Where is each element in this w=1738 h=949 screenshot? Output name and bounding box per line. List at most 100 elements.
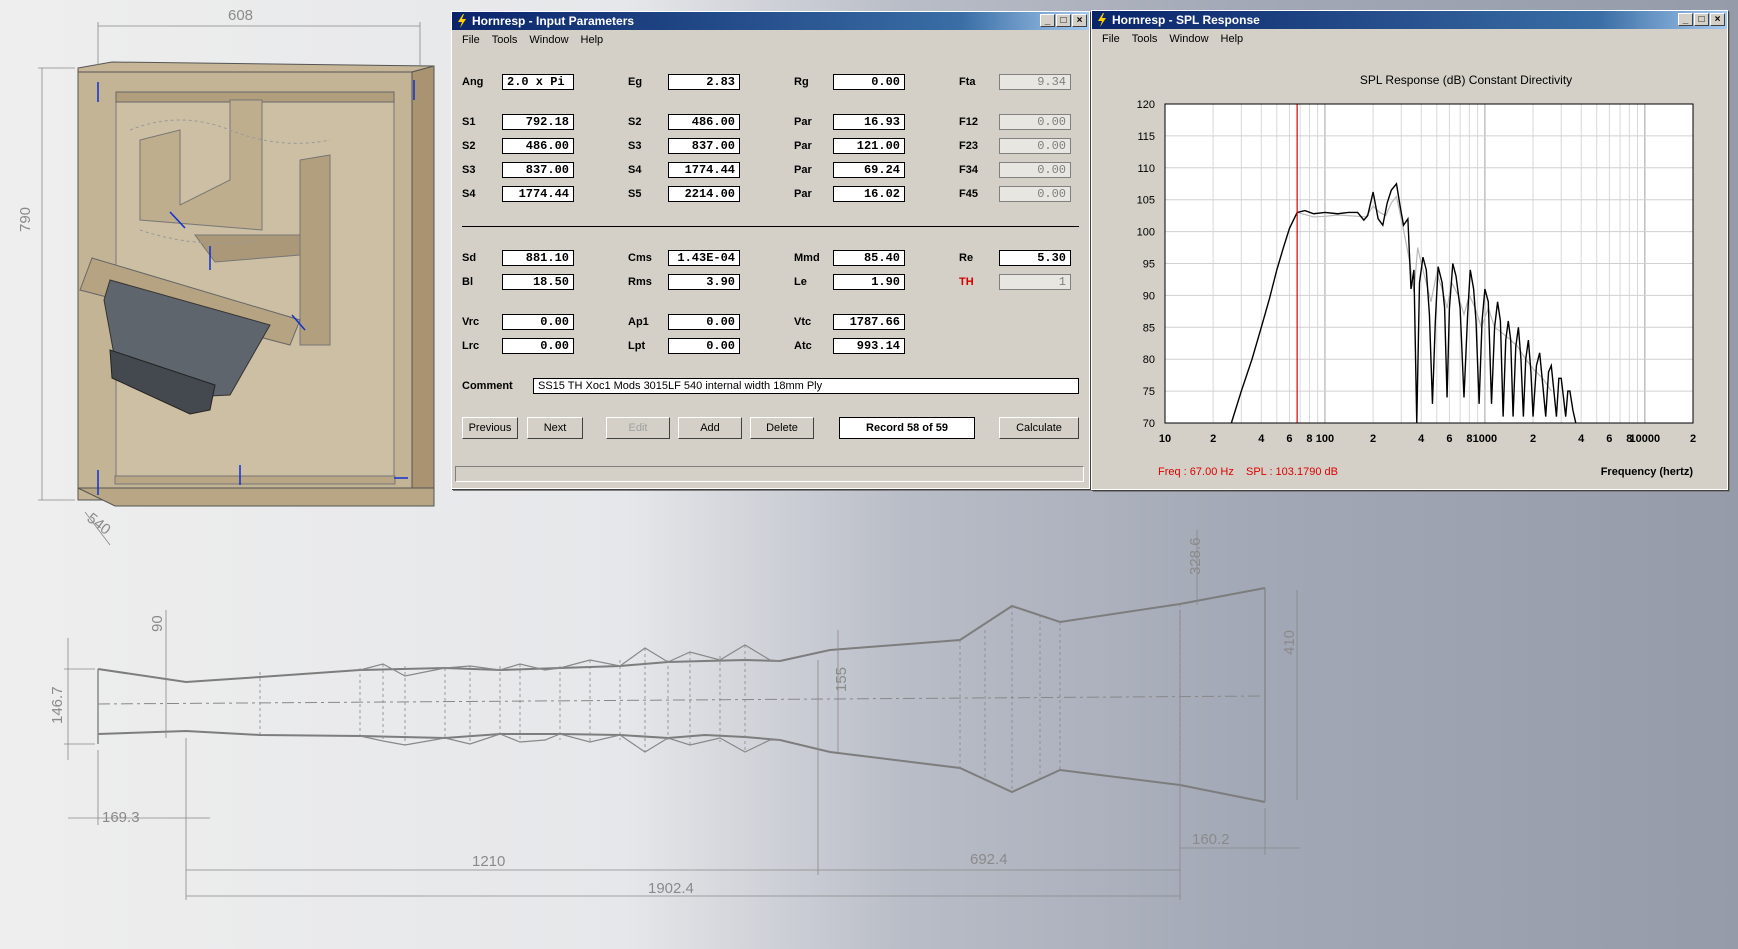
x-tick-label: 2 bbox=[1370, 433, 1376, 445]
field-atc[interactable]: 993.14 bbox=[833, 338, 905, 354]
field-s3[interactable]: 837.00 bbox=[502, 162, 574, 178]
field-lpt[interactable]: 0.00 bbox=[668, 338, 740, 354]
label-rg: Rg bbox=[794, 76, 809, 88]
label-lpt: Lpt bbox=[628, 340, 646, 352]
edit-button[interactable]: Edit bbox=[606, 417, 670, 439]
x-tick-label: 6 bbox=[1286, 433, 1292, 445]
spl-window-titlebar[interactable]: Hornresp - SPL Response _ □ × bbox=[1092, 11, 1727, 29]
dim-328-6: 328.6 bbox=[1187, 537, 1204, 575]
menu-tools[interactable]: Tools bbox=[486, 30, 524, 50]
minimize-icon[interactable]: _ bbox=[1040, 14, 1055, 27]
field-s1[interactable]: 792.18 bbox=[502, 114, 574, 130]
field-ap1[interactable]: 0.00 bbox=[668, 314, 740, 330]
maximize-icon[interactable]: □ bbox=[1694, 13, 1709, 26]
freq-readout: Freq : 67.00 Hz bbox=[1158, 466, 1234, 478]
y-tick-label: 80 bbox=[1143, 354, 1155, 366]
field-f12: 0.00 bbox=[999, 114, 1071, 130]
minimize-icon[interactable]: _ bbox=[1678, 13, 1693, 26]
x-tick-label: 6 bbox=[1446, 433, 1452, 445]
y-tick-label: 115 bbox=[1137, 131, 1155, 143]
field-cms[interactable]: 1.43E-04 bbox=[668, 250, 740, 266]
x-axis-label: Frequency (hertz) bbox=[1601, 466, 1694, 478]
add-button[interactable]: Add bbox=[678, 417, 742, 439]
chart-title: SPL Response (dB) Constant Directivity bbox=[1360, 73, 1572, 87]
status-bar bbox=[455, 466, 1084, 482]
x-tick-label: 6 bbox=[1606, 433, 1612, 445]
delete-button[interactable]: Delete bbox=[750, 417, 814, 439]
dim-155: 155 bbox=[833, 667, 850, 692]
field-lrc[interactable]: 0.00 bbox=[502, 338, 574, 354]
close-icon[interactable]: × bbox=[1072, 14, 1087, 27]
dim-692-4: 692.4 bbox=[970, 851, 1008, 868]
label-s3: S3 bbox=[462, 164, 476, 176]
input-window-menubar: File Tools Window Help bbox=[452, 30, 1089, 50]
spl-readout: SPL : 103.1790 dB bbox=[1246, 466, 1338, 478]
field-bl[interactable]: 18.50 bbox=[502, 274, 574, 290]
label-ang: Ang bbox=[462, 76, 484, 88]
label-lrc: Lrc bbox=[462, 340, 480, 352]
menu-help[interactable]: Help bbox=[1215, 29, 1250, 49]
field-le[interactable]: 1.90 bbox=[833, 274, 905, 290]
calculate-button[interactable]: Calculate bbox=[999, 417, 1079, 439]
label-sd: Sd bbox=[462, 252, 477, 264]
spl-window-title: Hornresp - SPL Response bbox=[1112, 13, 1260, 27]
field-ang[interactable]: 2.0 x Pi bbox=[502, 74, 574, 90]
separator bbox=[462, 226, 1079, 227]
dim-146-7: 146.7 bbox=[49, 686, 66, 724]
label-rms: Rms bbox=[628, 276, 652, 288]
field-s4-right[interactable]: 1774.44 bbox=[668, 162, 740, 178]
field-f34: 0.00 bbox=[999, 162, 1071, 178]
label-s1: S1 bbox=[462, 116, 476, 128]
field-s5[interactable]: 2214.00 bbox=[668, 186, 740, 202]
label-par-3: Par bbox=[794, 164, 812, 176]
field-par-4[interactable]: 16.02 bbox=[833, 186, 905, 202]
input-window-titlebar[interactable]: Hornresp - Input Parameters _ □ × bbox=[452, 12, 1089, 30]
menu-window[interactable]: Window bbox=[1163, 29, 1214, 49]
label-mmd: Mmd bbox=[794, 252, 820, 264]
field-vrc[interactable]: 0.00 bbox=[502, 314, 574, 330]
x-tick-label: 2 bbox=[1530, 433, 1536, 445]
menu-file[interactable]: File bbox=[1096, 29, 1126, 49]
label-s2-right: S2 bbox=[628, 116, 642, 128]
x-tick-label: 4 bbox=[1258, 433, 1265, 445]
dim-169-3: 169.3 bbox=[102, 809, 140, 826]
menu-help[interactable]: Help bbox=[575, 30, 610, 50]
label-vtc: Vtc bbox=[794, 316, 812, 328]
spl-window-menubar: File Tools Window Help bbox=[1092, 29, 1727, 49]
previous-button[interactable]: Previous bbox=[462, 417, 518, 439]
field-vtc[interactable]: 1787.66 bbox=[833, 314, 905, 330]
close-icon[interactable]: × bbox=[1710, 13, 1725, 26]
field-s3-right[interactable]: 837.00 bbox=[668, 138, 740, 154]
field-s2-right[interactable]: 486.00 bbox=[668, 114, 740, 130]
x-tick-label: 10 bbox=[1159, 433, 1171, 445]
menu-tools[interactable]: Tools bbox=[1126, 29, 1164, 49]
field-par-1[interactable]: 16.93 bbox=[833, 114, 905, 130]
menu-file[interactable]: File bbox=[456, 30, 486, 50]
menu-window[interactable]: Window bbox=[523, 30, 574, 50]
field-sd[interactable]: 881.10 bbox=[502, 250, 574, 266]
field-s2[interactable]: 486.00 bbox=[502, 138, 574, 154]
field-comment[interactable]: SS15 TH Xoc1 Mods 3015LF 540 internal wi… bbox=[533, 378, 1079, 394]
field-par-3[interactable]: 69.24 bbox=[833, 162, 905, 178]
field-eg[interactable]: 2.83 bbox=[668, 74, 740, 90]
y-tick-label: 110 bbox=[1137, 163, 1155, 175]
field-s4[interactable]: 1774.44 bbox=[502, 186, 574, 202]
spl-response-window: Hornresp - SPL Response _ □ × File Tools… bbox=[1091, 10, 1728, 490]
label-re: Re bbox=[959, 252, 974, 264]
field-rms[interactable]: 3.90 bbox=[668, 274, 740, 290]
next-button[interactable]: Next bbox=[527, 417, 583, 439]
field-par-2[interactable]: 121.00 bbox=[833, 138, 905, 154]
x-tick-label: 2 bbox=[1210, 433, 1216, 445]
label-s3-right: S3 bbox=[628, 140, 642, 152]
label-vrc: Vrc bbox=[462, 316, 480, 328]
label-atc: Atc bbox=[794, 340, 812, 352]
input-window-title: Hornresp - Input Parameters bbox=[472, 14, 635, 28]
label-bl: Bl bbox=[462, 276, 473, 288]
field-mmd[interactable]: 85.40 bbox=[833, 250, 905, 266]
maximize-icon[interactable]: □ bbox=[1056, 14, 1071, 27]
dim-608: 608 bbox=[228, 7, 253, 24]
x-tick-label: 10000 bbox=[1630, 433, 1661, 445]
label-par-4: Par bbox=[794, 188, 812, 200]
field-rg[interactable]: 0.00 bbox=[833, 74, 905, 90]
field-re[interactable]: 5.30 bbox=[999, 250, 1071, 266]
